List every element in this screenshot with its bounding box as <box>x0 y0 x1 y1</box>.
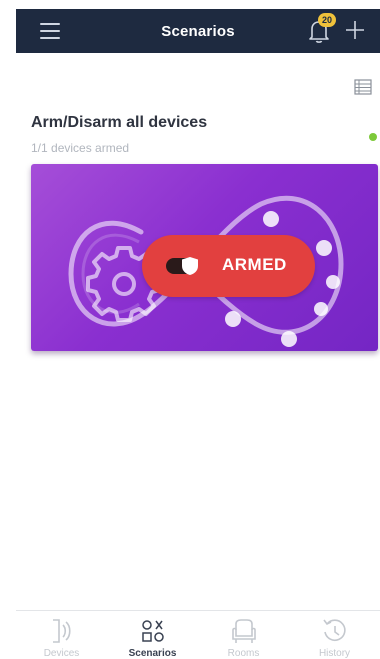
scenario-status-text: 1/1 devices armed <box>31 141 130 155</box>
status-indicator <box>369 133 377 141</box>
bottom-navigation: Devices Scenarios Rooms History <box>16 610 380 659</box>
nav-item-devices[interactable]: Devices <box>16 611 107 659</box>
armed-toggle-button[interactable]: ARMED <box>142 235 315 297</box>
add-icon[interactable] <box>344 19 366 41</box>
history-icon <box>322 619 346 641</box>
scenario-title: Arm/Disarm all devices <box>31 114 208 131</box>
nav-label-devices: Devices <box>43 648 80 659</box>
nav-label-rooms: Rooms <box>227 648 260 659</box>
nav-item-scenarios[interactable]: Scenarios <box>107 611 198 659</box>
shield-toggle-icon <box>166 257 198 275</box>
menu-icon[interactable] <box>40 23 60 39</box>
top-bar: Scenarios 20 <box>16 9 380 53</box>
nav-item-history[interactable]: History <box>289 611 380 659</box>
nav-item-rooms[interactable]: Rooms <box>198 611 289 659</box>
nav-label-scenarios: Scenarios <box>128 648 177 659</box>
list-view-icon[interactable] <box>354 79 372 95</box>
app-screen: Scenarios 20 Arm/Disarm all devices 1/1 … <box>0 0 380 659</box>
rooms-icon <box>231 619 256 643</box>
scenarios-icon <box>141 620 164 642</box>
scenario-card[interactable]: ARMED <box>31 164 378 351</box>
page-title: Scenarios <box>161 22 235 40</box>
devices-icon <box>52 619 71 643</box>
nav-label-history: History <box>318 648 351 659</box>
notification-badge: 20 <box>318 13 336 27</box>
armed-label: ARMED <box>222 255 287 274</box>
